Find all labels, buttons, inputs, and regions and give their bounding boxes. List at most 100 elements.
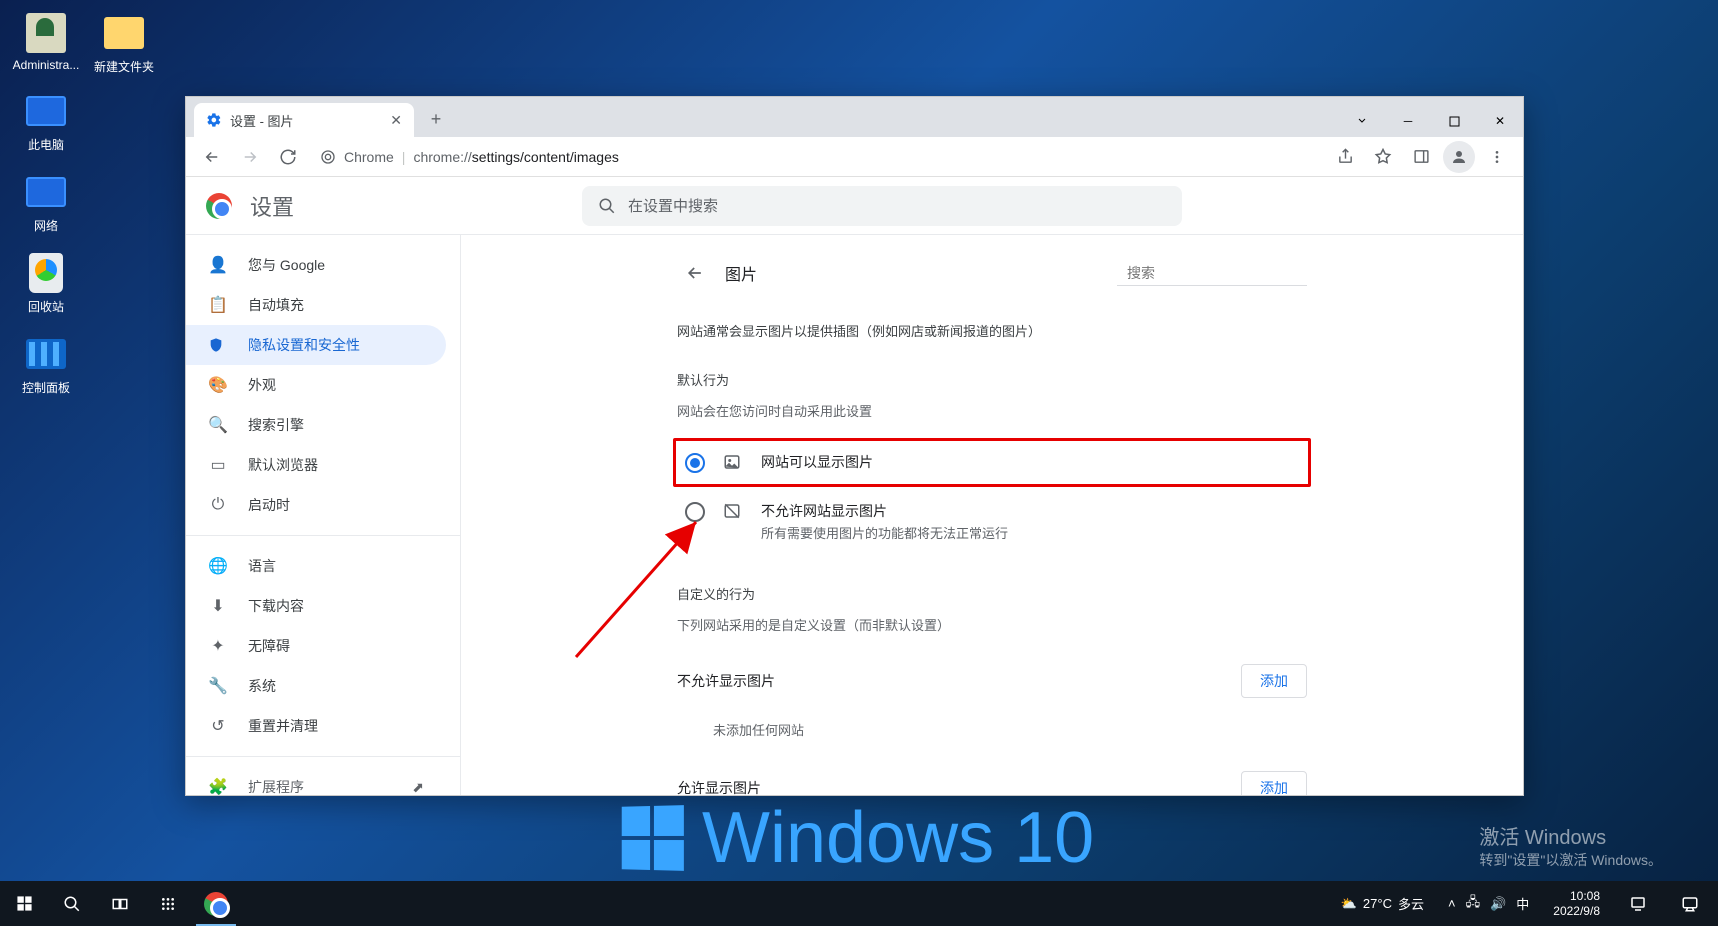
label: 新建文件夹 xyxy=(88,58,160,75)
sidebar-item-extensions[interactable]: 🧩扩展程序⬈ xyxy=(186,767,446,795)
notification-button[interactable] xyxy=(1614,881,1662,926)
back-button[interactable] xyxy=(196,141,228,173)
chrome-security-icon xyxy=(320,149,336,165)
window-maximize-button[interactable] xyxy=(1431,105,1477,137)
sidebar-item-default-browser[interactable]: ▭默认浏览器 xyxy=(186,445,446,485)
browser-icon: ▭ xyxy=(208,455,228,475)
label: Administra... xyxy=(10,58,82,72)
block-list-label: 不允许显示图片 xyxy=(677,671,775,691)
system-tray[interactable]: ˄ 🖧 🔊 中 xyxy=(1438,893,1539,915)
activation-watermark: 激活 Windows 转到"设置"以激活 Windows。 xyxy=(1479,821,1662,870)
new-tab-button[interactable]: + xyxy=(422,105,450,133)
task-view-button[interactable] xyxy=(96,881,144,926)
allow-list-label: 允许显示图片 xyxy=(677,778,761,795)
label: 此电脑 xyxy=(10,136,82,153)
window-minimize-button-2[interactable]: ─ xyxy=(1385,105,1431,137)
option-label: 不允许网站显示图片 xyxy=(761,501,1008,521)
profile-avatar-icon[interactable] xyxy=(1443,141,1475,173)
divider xyxy=(186,535,460,536)
radio-unselected-icon xyxy=(685,502,705,522)
menu-dots-icon[interactable] xyxy=(1481,141,1513,173)
image-icon xyxy=(723,453,743,471)
custom-behavior-sub: 下列网站采用的是自定义设置（而非默认设置） xyxy=(677,615,1307,634)
window-close-button[interactable]: ✕ xyxy=(1477,105,1523,137)
taskbar-chrome-button[interactable] xyxy=(192,881,240,926)
taskbar-search-button[interactable] xyxy=(48,881,96,926)
reset-icon: ↺ xyxy=(208,716,228,736)
search-icon xyxy=(598,197,616,215)
desktop-new-folder-icon[interactable]: 新建文件夹 xyxy=(88,12,160,75)
option-label: 网站可以显示图片 xyxy=(761,452,873,472)
sidebar-item-accessibility[interactable]: ✦无障碍 xyxy=(186,626,446,666)
chrome-logo-icon xyxy=(206,193,232,219)
browser-toolbar: Chrome | chrome://settings/content/image… xyxy=(186,137,1523,177)
sidebar-item-you-google[interactable]: 👤您与 Google xyxy=(186,245,446,285)
window-minimize-button[interactable] xyxy=(1339,105,1385,137)
forward-button[interactable] xyxy=(234,141,266,173)
add-block-button[interactable]: 添加 xyxy=(1241,664,1307,698)
accessibility-icon: ✦ xyxy=(208,636,228,656)
settings-search-box[interactable]: 在设置中搜索 xyxy=(582,186,1182,226)
clipboard-icon: 📋 xyxy=(208,295,228,315)
block-empty-note: 未添加任何网站 xyxy=(677,710,1307,759)
windows-logo-icon xyxy=(622,805,684,871)
taskbar-weather[interactable]: ⛅ 27°C 多云 xyxy=(1331,894,1434,913)
default-behavior-label: 默认行为 xyxy=(677,370,1307,389)
windows-logo-text: Windows 10 xyxy=(620,797,1094,879)
page-back-button[interactable] xyxy=(677,255,713,291)
desktop-this-pc-icon[interactable]: 此电脑 xyxy=(10,90,82,153)
settings-content: 图片 网站通常会显示图片以提供插图（例如网店或新闻报道的图片） 默认行为 网站会… xyxy=(677,235,1307,795)
extension-icon: 🧩 xyxy=(208,777,228,795)
download-icon: ⬇ xyxy=(208,596,228,616)
desktop-control-panel-icon[interactable]: 控制面板 xyxy=(10,333,82,396)
page-search-input[interactable] xyxy=(1127,265,1308,281)
search-placeholder: 在设置中搜索 xyxy=(628,195,718,216)
desktop-recycle-bin-icon[interactable]: 回收站 xyxy=(10,252,82,315)
sidebar-item-downloads[interactable]: ⬇下载内容 xyxy=(186,586,446,626)
palette-icon: 🎨 xyxy=(208,375,228,395)
start-button[interactable] xyxy=(0,881,48,926)
taskbar-clock[interactable]: 10:08 2022/9/8 xyxy=(1543,889,1610,918)
search-icon: 🔍 xyxy=(208,415,228,435)
option-block-images[interactable]: 不允许网站显示图片 所有需要使用图片的功能都将无法正常运行 xyxy=(677,487,1307,556)
settings-header: 设置 在设置中搜索 xyxy=(186,177,1523,235)
label: 回收站 xyxy=(10,298,82,315)
chevron-up-icon[interactable]: ˄ xyxy=(1448,896,1456,911)
ime-indicator[interactable]: 中 xyxy=(1516,894,1529,913)
add-allow-button[interactable]: 添加 xyxy=(1241,771,1307,795)
taskbar-apps-button[interactable] xyxy=(144,881,192,926)
share-icon[interactable] xyxy=(1329,141,1361,173)
close-tab-button[interactable]: ✕ xyxy=(390,112,402,129)
power-icon: ⏻ xyxy=(208,496,228,514)
person-icon: 👤 xyxy=(208,255,228,275)
custom-behavior-label: 自定义的行为 xyxy=(677,584,1307,603)
volume-icon[interactable]: 🔊 xyxy=(1490,896,1506,912)
option-allow-images[interactable]: 网站可以显示图片 xyxy=(673,438,1311,487)
side-panel-icon[interactable] xyxy=(1405,141,1437,173)
image-blocked-icon xyxy=(723,502,743,520)
external-link-icon: ⬈ xyxy=(412,779,424,796)
settings-title: 设置 xyxy=(250,190,294,222)
sidebar-item-privacy[interactable]: 隐私设置和安全性 xyxy=(186,325,446,365)
sidebar-item-language[interactable]: 🌐语言 xyxy=(186,546,446,586)
option-sub: 所有需要使用图片的功能都将无法正常运行 xyxy=(761,523,1008,542)
sidebar-item-startup[interactable]: ⏻启动时 xyxy=(186,485,446,525)
reload-button[interactable] xyxy=(272,141,304,173)
sidebar-item-reset[interactable]: ↺重置并清理 xyxy=(186,706,446,746)
bookmark-star-icon[interactable] xyxy=(1367,141,1399,173)
sidebar-item-search-engine[interactable]: 🔍搜索引擎 xyxy=(186,405,446,445)
url-prefix: Chrome xyxy=(344,149,394,165)
network-icon[interactable]: 🖧 xyxy=(1466,893,1481,915)
sidebar-item-appearance[interactable]: 🎨外观 xyxy=(186,365,446,405)
address-bar[interactable]: Chrome | chrome://settings/content/image… xyxy=(310,149,1323,165)
page-search-box[interactable] xyxy=(1117,261,1307,286)
sidebar-item-autofill[interactable]: 📋自动填充 xyxy=(186,285,446,325)
browser-tab[interactable]: 设置 - 图片 ✕ xyxy=(194,103,414,137)
desktop-admin-icon[interactable]: Administra... xyxy=(10,12,82,72)
page-description: 网站通常会显示图片以提供插图（例如网店或新闻报道的图片） xyxy=(677,321,1307,340)
action-center-button[interactable] xyxy=(1666,881,1714,926)
page-title: 图片 xyxy=(725,261,757,285)
desktop-network-icon[interactable]: 网络 xyxy=(10,171,82,234)
wrench-icon: 🔧 xyxy=(208,676,228,696)
sidebar-item-system[interactable]: 🔧系统 xyxy=(186,666,446,706)
